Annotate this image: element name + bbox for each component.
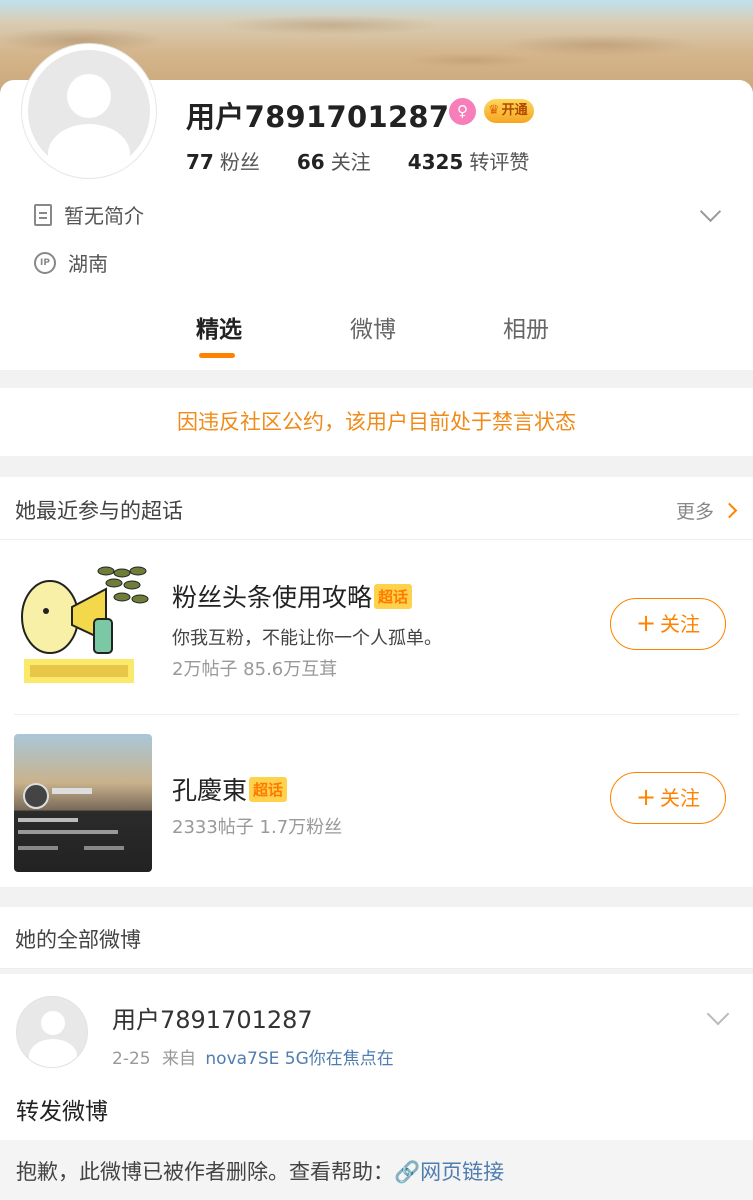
more-link[interactable]: 更多 — [675, 497, 738, 524]
stat-following[interactable]: 66 关注 — [297, 146, 371, 175]
intro-text: 暂无简介 — [64, 204, 144, 228]
ip-location: 湖南 — [68, 252, 108, 276]
super-topic-badge: 超话 — [249, 776, 288, 802]
post-source[interactable]: nova7SE 5G你在焦点在 — [205, 1049, 393, 1069]
deleted-notice: 抱歉，此微博已被作者删除。查看帮助：🔗网页链接 — [0, 1140, 753, 1200]
post-text: 转发微博 — [16, 1099, 108, 1125]
tab-indicator — [199, 353, 235, 358]
profile-screenshot-image — [18, 783, 124, 850]
tab-weibo[interactable]: 微博 — [350, 310, 396, 344]
stat-number: 4325 — [407, 150, 464, 174]
vip-label: 开通 — [501, 103, 528, 118]
post-avatar[interactable] — [16, 996, 88, 1068]
megaphone-cartoon-image — [14, 559, 152, 697]
stat-label: 转评赞 — [469, 150, 530, 174]
topic-meta: 2333帖子 1.7万粉丝 — [172, 817, 343, 838]
follow-button[interactable]: + 关注 — [610, 598, 726, 650]
link-icon: 🔗 — [394, 1160, 421, 1184]
post-username[interactable]: 用户7891701287 — [112, 1000, 313, 1035]
stats-row: 77 粉丝 66 关注 4325 转评赞 — [186, 146, 529, 175]
super-topic-badge: 超话 — [374, 583, 413, 609]
divider — [14, 714, 739, 715]
chevron-down-icon[interactable] — [699, 200, 722, 223]
topic-meta: 2万帖子 85.6万互茸 — [172, 659, 338, 680]
all-weibo-header: 她的全部微博 — [0, 907, 753, 969]
super-topics-section: 她最近参与的超话 更多 粉丝头条使用攻略 超话 你我互粉，不能让你一个人孤单。 … — [0, 477, 753, 887]
username: 用户7891701287 — [186, 100, 450, 134]
post-meta: 2-25 来自 nova7SE 5G你在焦点在 — [112, 1044, 394, 1069]
deleted-message: 抱歉，此微博已被作者删除。查看帮助：🔗网页链接 — [16, 1156, 504, 1186]
avatar[interactable] — [22, 44, 156, 178]
follow-label: 关注 — [660, 612, 701, 636]
follow-label: 关注 — [660, 786, 701, 810]
crown-icon: ♛ — [488, 103, 500, 118]
tab-featured[interactable]: 精选 — [196, 310, 242, 344]
web-link[interactable]: 网页链接 — [420, 1160, 504, 1184]
chevron-right-icon — [721, 502, 738, 519]
stat-label: 粉丝 — [219, 150, 260, 174]
ip-icon: IP — [34, 251, 56, 274]
plus-icon: + — [635, 783, 657, 811]
profile-card: 用户7891701287 ♀ ♛ 开通 77 粉丝 66 关注 4325 转评赞 暂无… — [0, 44, 753, 370]
document-icon — [34, 203, 52, 226]
stat-number: 77 — [186, 150, 214, 174]
follow-button[interactable]: + 关注 — [610, 772, 726, 824]
female-icon: ♀ — [449, 98, 476, 125]
section-title: 她最近参与的超话 — [15, 499, 183, 523]
intro-row: 暂无简介 — [34, 200, 144, 229]
plus-icon: + — [635, 609, 657, 637]
section-title: 她的全部微博 — [15, 928, 141, 952]
stat-fans[interactable]: 77 粉丝 — [186, 146, 260, 175]
topic-thumbnail — [14, 559, 152, 697]
topic-title: 孔慶東 超话 — [172, 771, 288, 807]
chevron-down-icon[interactable] — [706, 1002, 730, 1026]
vip-badge[interactable]: ♛ 开通 — [484, 99, 534, 123]
ban-notice: 因违反社区公约，该用户目前处于禁言状态 — [0, 388, 753, 456]
post-from-label: 来自 — [162, 1049, 196, 1069]
more-label: 更多 — [675, 501, 714, 523]
stat-number: 66 — [296, 150, 325, 174]
stat-interactions[interactable]: 4325 转评赞 — [408, 146, 530, 175]
topic-description: 你我互粉，不能让你一个人孤单。 — [172, 628, 442, 649]
topic-thumbnail — [14, 734, 152, 872]
divider — [0, 539, 753, 540]
topic-name: 孔慶東 — [172, 776, 248, 805]
ip-row: IP 湖南 — [34, 248, 108, 277]
post-date: 2-25 — [112, 1049, 151, 1069]
topic-title: 粉丝头条使用攻略 超话 — [172, 578, 413, 614]
deleted-text: 抱歉，此微博已被作者删除。查看帮助： — [16, 1160, 394, 1184]
stat-label: 关注 — [330, 150, 371, 174]
profile-tabs: 精选 微博 相册 — [0, 310, 753, 370]
post-card[interactable]: 用户7891701287 2-25 来自 nova7SE 5G你在焦点在 转发微… — [0, 974, 753, 1200]
tab-album[interactable]: 相册 — [503, 310, 549, 344]
topic-name: 粉丝头条使用攻略 — [172, 583, 373, 612]
